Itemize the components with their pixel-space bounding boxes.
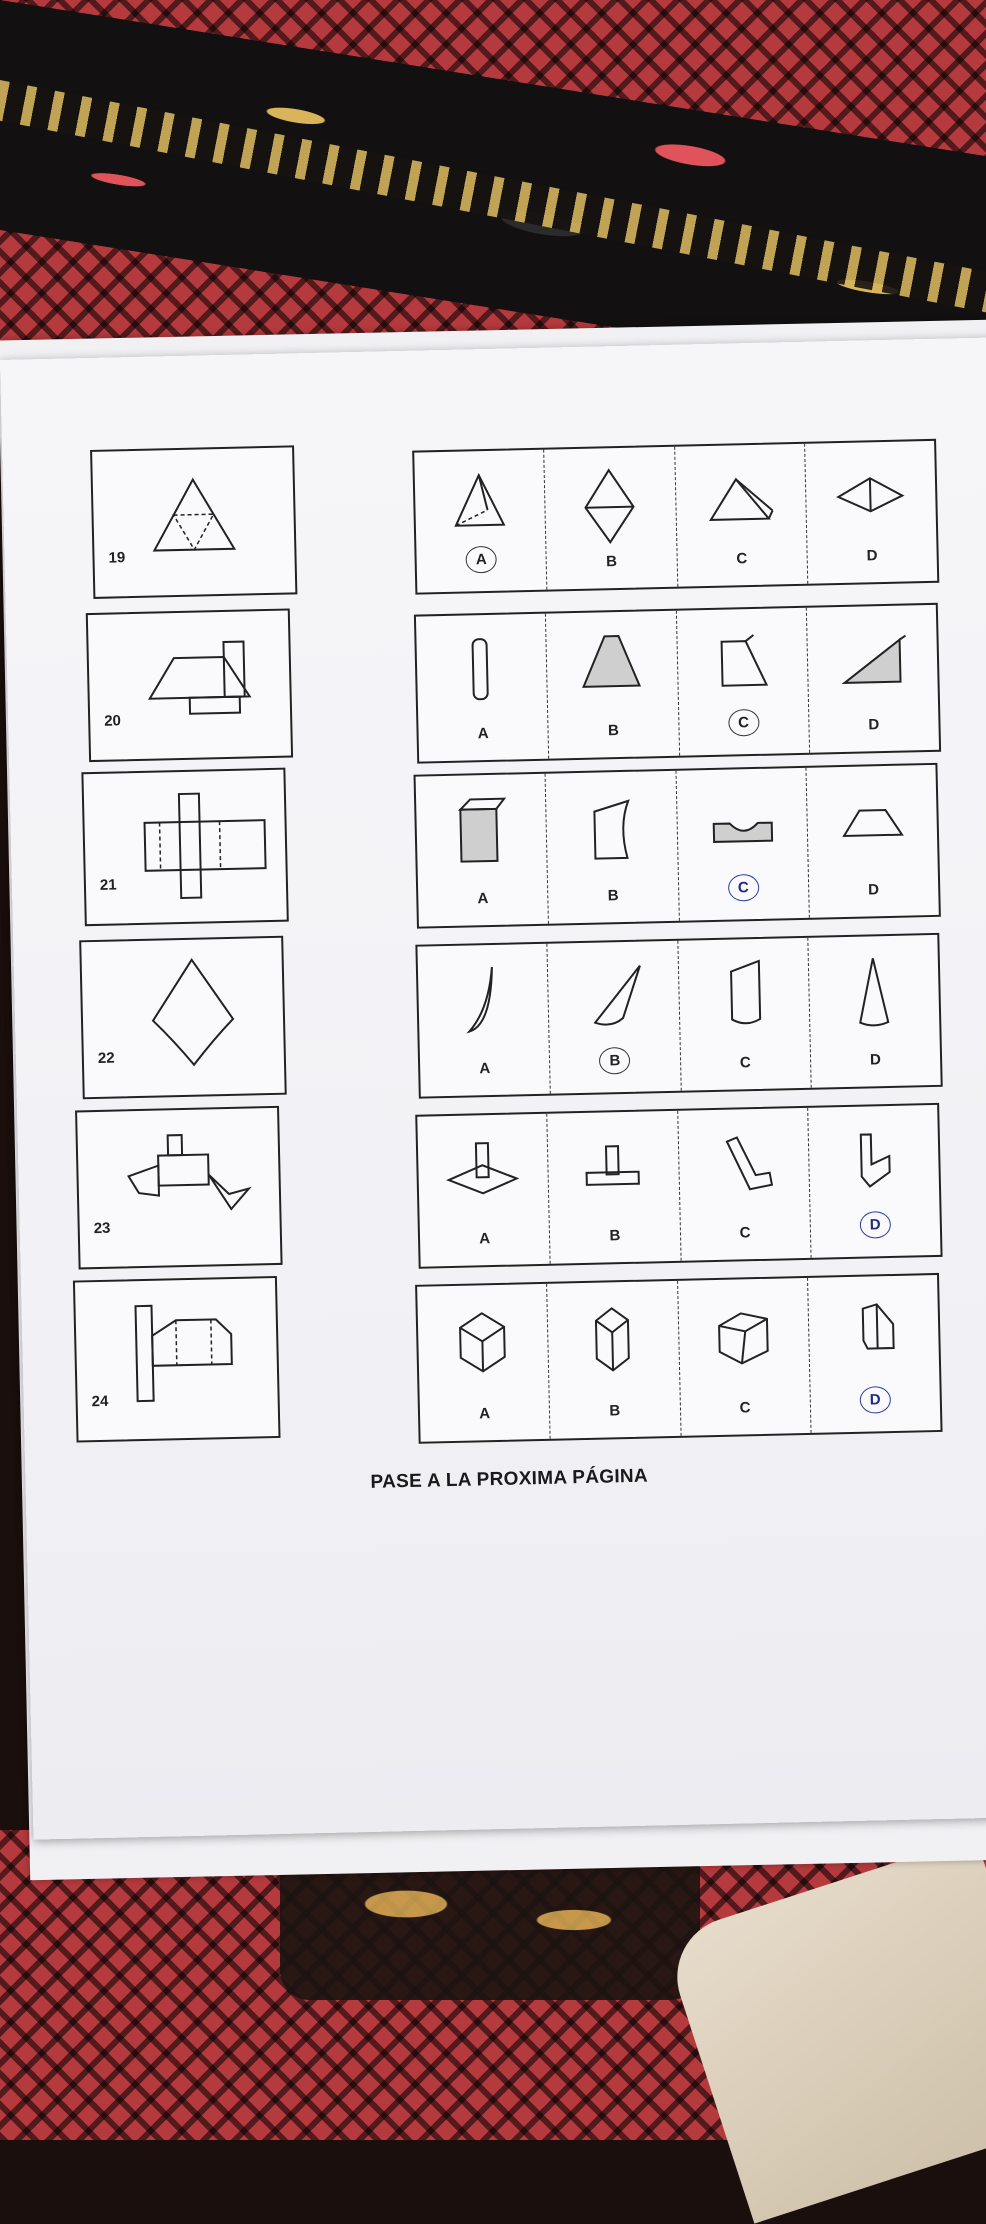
option-label: D (866, 547, 878, 565)
question-number: 23 (93, 1219, 111, 1238)
option-label: D (859, 1211, 891, 1239)
wedge-figure (841, 634, 906, 684)
t-block-figure (585, 1145, 641, 1186)
option-label: B (609, 1402, 621, 1420)
option-d[interactable]: D (808, 935, 941, 1088)
test-sheet: 19 A B C D 20 A B C D 21 A B C D 22 A B … (0, 337, 986, 1840)
unfolded-triangle-net-figure (152, 477, 237, 552)
cross-net-figure (143, 792, 267, 900)
question-number: 22 (97, 1049, 115, 1067)
option-label: A (479, 1405, 491, 1423)
cube-net-figure (134, 1304, 233, 1403)
thin-cylinder-figure (471, 638, 489, 701)
unfolded-prism-net-figure (147, 640, 252, 715)
option-label: A (479, 1230, 491, 1248)
option-b[interactable]: B (547, 1280, 682, 1439)
option-label: D (869, 1051, 882, 1069)
option-c[interactable]: C (675, 767, 810, 921)
option-label: A (477, 725, 489, 743)
slanted-block-figure (861, 1303, 895, 1350)
option-label: A (477, 890, 489, 908)
option-d[interactable]: D (806, 765, 939, 918)
option-label: C (727, 873, 760, 902)
question-23-box: 23 (75, 1105, 283, 1270)
option-label: C (739, 1224, 751, 1242)
triangular-prism-figure (708, 477, 774, 521)
option-label: A (465, 545, 498, 574)
option-label: B (607, 722, 620, 740)
option-c[interactable]: C (677, 937, 812, 1091)
option-b[interactable]: B (544, 446, 678, 590)
octahedron-figure (584, 468, 635, 544)
footer-instruction: PASE A LA PROXIMA PÁGINA (370, 1465, 649, 1493)
l-block-figure (725, 1136, 773, 1191)
option-c[interactable]: C (677, 1277, 812, 1436)
option-label: B (599, 1046, 631, 1075)
option-b[interactable]: B (546, 610, 680, 759)
option-c[interactable]: C (677, 1107, 812, 1261)
question-number: 21 (99, 876, 117, 894)
option-label: D (859, 1386, 891, 1414)
option-label: D (868, 716, 880, 734)
question-number: 19 (108, 549, 126, 567)
option-label: D (868, 881, 880, 899)
question-number: 24 (91, 1392, 109, 1411)
option-b[interactable]: B (547, 940, 682, 1094)
question-22-box: 22 (79, 935, 287, 1100)
question-20-box: 20 (85, 608, 294, 763)
option-label: C (736, 550, 748, 568)
trapezoid-prism-figure (720, 634, 768, 687)
cube-figure (459, 1312, 506, 1373)
curved-horn-figure (466, 966, 493, 1034)
option-b[interactable]: B (545, 770, 680, 924)
option-d[interactable]: D (808, 1275, 941, 1433)
option-a[interactable]: A (415, 613, 550, 762)
block-figure (457, 797, 507, 863)
option-label: B (607, 887, 619, 905)
question-number: 20 (104, 712, 122, 730)
question-22-options: A B C D (415, 932, 943, 1099)
ramp-block-figure (841, 809, 904, 838)
option-a[interactable]: A (417, 1113, 551, 1267)
curved-block-figure (593, 799, 631, 860)
question-23-options: A B C D (415, 1102, 943, 1269)
truncated-cube-figure (717, 1312, 769, 1365)
question-24-box: 24 (72, 1275, 281, 1443)
slanted-cone-figure (593, 965, 642, 1026)
question-20-options: A B C D (413, 602, 942, 764)
option-label: C (727, 708, 760, 737)
option-label: B (605, 553, 618, 571)
question-19-options: A B C D (412, 438, 940, 595)
question-21-options: A B C D (413, 762, 941, 929)
saddle-block-figure (712, 821, 773, 843)
question-19-box: 19 (90, 445, 298, 599)
option-d[interactable]: D (808, 1105, 941, 1258)
pyramid-figure (454, 472, 506, 527)
angled-l-block-figure (859, 1133, 891, 1188)
shaded-trapezoid-prism-figure (582, 635, 642, 688)
option-label: B (609, 1227, 621, 1245)
option-a[interactable]: A (414, 449, 548, 593)
kite-net-figure (151, 958, 235, 1067)
pedestal-figure (446, 1142, 520, 1195)
flat-pyramid-figure (835, 477, 905, 513)
option-label: C (739, 1054, 751, 1072)
option-label: A (479, 1060, 491, 1078)
option-a[interactable]: A (417, 943, 552, 1097)
tall-cube-figure (595, 1307, 631, 1372)
option-d[interactable]: D (805, 441, 937, 584)
question-21-box: 21 (81, 767, 289, 927)
option-b[interactable]: B (547, 1110, 682, 1264)
option-a[interactable]: A (415, 773, 550, 927)
option-c[interactable]: C (674, 443, 809, 587)
question-24-options: A B C D (415, 1272, 943, 1444)
option-a[interactable]: A (417, 1283, 551, 1442)
cut-cylinder-figure (729, 959, 761, 1025)
option-d[interactable]: D (807, 605, 940, 753)
option-c[interactable]: C (676, 607, 810, 756)
cone-figure (858, 958, 890, 1027)
option-label: C (739, 1399, 751, 1417)
branching-net-figure (127, 1134, 252, 1211)
